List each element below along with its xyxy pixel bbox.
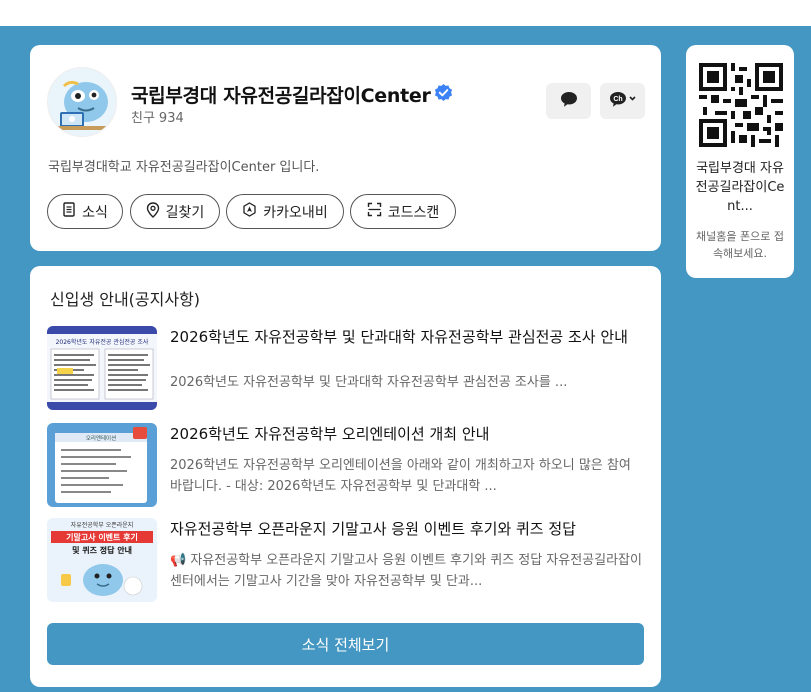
channel-profile-card: 국립부경대 자유전공길라잡이Center 친구 934 Ch 국립부경대학교 자유… xyxy=(30,45,661,251)
friends-count: 친구 934 xyxy=(131,107,184,126)
news-button-label: 소식 xyxy=(82,204,108,221)
channel-name: 국립부경대 자유전공길라잡이Center xyxy=(131,81,453,108)
section-title: 신입생 안내(공지사항) xyxy=(50,290,201,309)
verified-badge-icon xyxy=(434,83,453,107)
post-title: 2026학년도 자유전공학부 오리엔테이션 개최 안내 xyxy=(170,425,490,443)
news-button[interactable]: 소식 xyxy=(47,194,123,229)
channel-add-button[interactable]: Ch xyxy=(600,83,645,119)
chat-bubble-icon xyxy=(560,91,578,112)
post-excerpt: 2026학년도 자유전공학부 오리엔테이션을 아래와 같이 개최하고자 하오니 … xyxy=(170,458,631,494)
thumb3-top-text: 자유전공학부 오픈라운지 xyxy=(71,521,134,529)
friends-number: 934 xyxy=(158,111,184,126)
channel-ch-icon: Ch xyxy=(609,91,637,112)
post-thumbnail: 오리엔테이션 xyxy=(47,423,157,507)
post-item[interactable]: 2026학년도 자유전공 관심전공 조사 2026학년도 자유전공학부 및 단과… xyxy=(47,326,647,410)
notice-card: 신입생 안내(공지사항) 2026학년도 자유전공 관심전공 조사 2026학년… xyxy=(30,266,661,687)
thumb3-line1-text: 기말고사 이벤트 후기 xyxy=(66,532,138,542)
code-scan-button-label: 코드스캔 xyxy=(387,204,440,221)
friends-label: 친구 xyxy=(131,111,155,126)
chat-button[interactable] xyxy=(546,83,591,119)
thumb1-banner-text: 2026학년도 자유전공 관심전공 조사 xyxy=(56,338,149,346)
post-thumbnail: 2026학년도 자유전공 관심전공 조사 xyxy=(47,326,157,410)
thumb2-banner-text: 오리엔테이션 xyxy=(86,434,116,442)
code-scan-button[interactable]: 코드스캔 xyxy=(350,194,456,229)
post-item[interactable]: 오리엔테이션 2026학년도 자유전공학부 오리엔테이션 개최 안내 2026학… xyxy=(47,423,647,507)
post-excerpt: 📢 자유전공학부 오픈라운지 기말고사 응원 이벤트 후기와 퀴즈 정답 자유전… xyxy=(170,553,642,589)
directions-button[interactable]: 길찾기 xyxy=(130,194,220,229)
kakao-navi-button[interactable]: 카카오내비 xyxy=(226,194,344,229)
channel-name-text: 국립부경대 자유전공길라잡이Center xyxy=(131,85,431,107)
document-icon xyxy=(62,202,76,221)
channel-avatar[interactable] xyxy=(47,67,117,137)
navigation-icon xyxy=(242,202,257,221)
directions-button-label: 길찾기 xyxy=(165,204,205,221)
post-excerpt: 2026학년도 자유전공학부 및 단과대학 자유전공학부 관심전공 조사를 ..… xyxy=(170,375,568,390)
location-pin-icon xyxy=(146,201,160,222)
post-item[interactable]: 자유전공학부 오픈라운지 기말고사 이벤트 후기 및 퀴즈 정답 안내 자유전공… xyxy=(47,518,647,602)
kakao-navi-button-label: 카카오내비 xyxy=(263,204,328,221)
qr-code-icon[interactable] xyxy=(699,63,783,147)
qr-code-card: 국립부경대 자유전공길라잡이Cent... 채널홈을 폰으로 접속해보세요. xyxy=(686,45,794,278)
post-title: 2026학년도 자유전공학부 및 단과대학 자유전공학부 관심전공 조사 안내 xyxy=(170,328,628,346)
view-all-news-button[interactable]: 소식 전체보기 xyxy=(47,623,644,665)
qr-hint-text: 채널홈을 폰으로 접속해보세요. xyxy=(696,230,784,260)
scan-icon xyxy=(367,202,382,221)
post-thumbnail: 자유전공학부 오픈라운지 기말고사 이벤트 후기 및 퀴즈 정답 안내 xyxy=(47,518,157,602)
qr-channel-name: 국립부경대 자유전공길라잡이Cent... xyxy=(695,161,785,214)
svg-text:Ch: Ch xyxy=(613,96,622,103)
thumb3-line2-text: 및 퀴즈 정답 안내 xyxy=(72,545,132,555)
post-title: 자유전공학부 오픈라운지 기말고사 응원 이벤트 후기와 퀴즈 정답 xyxy=(170,520,576,538)
channel-description: 국립부경대학교 자유전공길라잡이Center 입니다. xyxy=(48,160,320,175)
